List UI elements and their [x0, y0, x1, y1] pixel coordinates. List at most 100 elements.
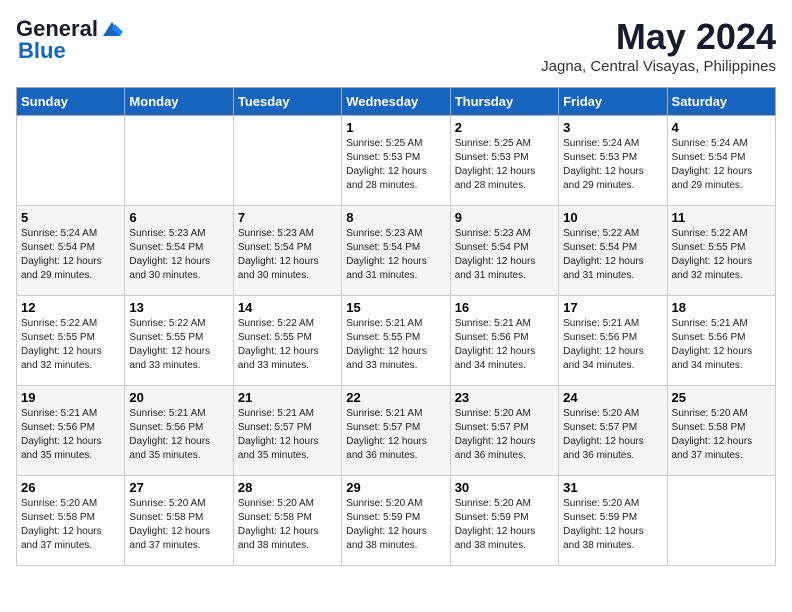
calendar-cell: 9 Sunrise: 5:23 AM Sunset: 5:54 PM Daylig…	[450, 206, 558, 296]
day-number: 15	[346, 300, 445, 315]
day-number: 14	[238, 300, 337, 315]
day-number: 28	[238, 480, 337, 495]
calendar-cell: 21Sunrise: 5:21 AM Sunset: 5:57 PM Dayli…	[233, 386, 341, 476]
day-number: 24	[563, 390, 662, 405]
day-info: Sunrise: 5:22 AM Sunset: 5:55 PM Dayligh…	[21, 317, 120, 373]
calendar-cell: 10 Sunrise: 5:22 AM Sunset: 5:54 PM Dayli…	[559, 206, 667, 296]
day-number: 22	[346, 390, 445, 405]
calendar-subtitle: Jagna, Central Visayas, Philippines	[541, 58, 776, 75]
calendar-cell	[17, 116, 125, 206]
day-info: Sunrise: 5:22 AM Sunset: 5:55 PM Dayligh…	[672, 227, 771, 283]
day-info: Sunrise: 5:21 AM Sunset: 5:57 PM Dayligh…	[346, 407, 445, 463]
day-info: Sunrise: 5:20 AM Sunset: 5:57 PM Dayligh…	[563, 407, 662, 463]
calendar-cell: 29 Sunrise: 5:20 AM Sunset: 5:59 PM Dayli…	[342, 476, 450, 566]
day-info: Sunrise: 5:24 AM Sunset: 5:54 PM Dayligh…	[21, 227, 120, 283]
week-row-5: 26Sunrise: 5:20 AM Sunset: 5:58 PM Dayli…	[17, 476, 776, 566]
day-info: Sunrise: 5:24 AM Sunset: 5:54 PM Dayligh…	[672, 137, 771, 193]
calendar-cell	[233, 116, 341, 206]
logo-icon	[101, 20, 123, 38]
calendar-cell: 23 Sunrise: 5:20 AM Sunset: 5:57 PM Dayli…	[450, 386, 558, 476]
day-number: 30	[455, 480, 554, 495]
day-info: Sunrise: 5:21 AM Sunset: 5:55 PM Dayligh…	[346, 317, 445, 373]
week-row-2: 5 Sunrise: 5:24 AM Sunset: 5:54 PM Daylig…	[17, 206, 776, 296]
calendar-cell	[667, 476, 775, 566]
day-number: 27	[129, 480, 228, 495]
day-number: 20	[129, 390, 228, 405]
title-area: May 2024 Jagna, Central Visayas, Philipp…	[541, 16, 776, 75]
calendar-cell: 13 Sunrise: 5:22 AM Sunset: 5:55 PM Dayli…	[125, 296, 233, 386]
calendar-cell: 11 Sunrise: 5:22 AM Sunset: 5:55 PM Dayli…	[667, 206, 775, 296]
week-row-3: 12Sunrise: 5:22 AM Sunset: 5:55 PM Dayli…	[17, 296, 776, 386]
day-number: 2	[455, 120, 554, 135]
column-header-saturday: Saturday	[667, 88, 775, 116]
day-number: 17	[563, 300, 662, 315]
calendar-cell: 16 Sunrise: 5:21 AM Sunset: 5:56 PM Dayli…	[450, 296, 558, 386]
day-info: Sunrise: 5:21 AM Sunset: 5:56 PM Dayligh…	[563, 317, 662, 373]
calendar-cell: 8 Sunrise: 5:23 AM Sunset: 5:54 PM Daylig…	[342, 206, 450, 296]
day-number: 5	[21, 210, 120, 225]
day-info: Sunrise: 5:20 AM Sunset: 5:57 PM Dayligh…	[455, 407, 554, 463]
calendar-cell: 19 Sunrise: 5:21 AM Sunset: 5:56 PM Dayli…	[17, 386, 125, 476]
column-header-monday: Monday	[125, 88, 233, 116]
day-info: Sunrise: 5:21 AM Sunset: 5:56 PM Dayligh…	[21, 407, 120, 463]
calendar-cell: 20Sunrise: 5:21 AM Sunset: 5:56 PM Dayli…	[125, 386, 233, 476]
day-info: Sunrise: 5:20 AM Sunset: 5:58 PM Dayligh…	[21, 497, 120, 553]
calendar-cell: 26Sunrise: 5:20 AM Sunset: 5:58 PM Dayli…	[17, 476, 125, 566]
day-info: Sunrise: 5:23 AM Sunset: 5:54 PM Dayligh…	[455, 227, 554, 283]
calendar-cell: 30Sunrise: 5:20 AM Sunset: 5:59 PM Dayli…	[450, 476, 558, 566]
day-number: 13	[129, 300, 228, 315]
week-row-1: 1 Sunrise: 5:25 AM Sunset: 5:53 PM Daylig…	[17, 116, 776, 206]
logo-blue: Blue	[18, 38, 66, 64]
day-info: Sunrise: 5:21 AM Sunset: 5:56 PM Dayligh…	[455, 317, 554, 373]
calendar-cell: 2 Sunrise: 5:25 AM Sunset: 5:53 PM Daylig…	[450, 116, 558, 206]
calendar-cell	[125, 116, 233, 206]
day-number: 1	[346, 120, 445, 135]
calendar-cell: 4 Sunrise: 5:24 AM Sunset: 5:54 PM Daylig…	[667, 116, 775, 206]
day-number: 23	[455, 390, 554, 405]
column-header-thursday: Thursday	[450, 88, 558, 116]
day-number: 29	[346, 480, 445, 495]
logo-area: General Blue	[16, 16, 123, 64]
calendar-cell: 22 Sunrise: 5:21 AM Sunset: 5:57 PM Dayli…	[342, 386, 450, 476]
calendar-cell: 24 Sunrise: 5:20 AM Sunset: 5:57 PM Dayli…	[559, 386, 667, 476]
day-info: Sunrise: 5:21 AM Sunset: 5:56 PM Dayligh…	[672, 317, 771, 373]
calendar-cell: 1Sunrise: 5:25 AM Sunset: 5:53 PM Daylig…	[342, 116, 450, 206]
day-number: 19	[21, 390, 120, 405]
calendar-cell: 17 Sunrise: 5:21 AM Sunset: 5:56 PM Dayli…	[559, 296, 667, 386]
calendar-title: May 2024	[541, 16, 776, 58]
day-info: Sunrise: 5:20 AM Sunset: 5:59 PM Dayligh…	[346, 497, 445, 553]
day-number: 7	[238, 210, 337, 225]
day-info: Sunrise: 5:20 AM Sunset: 5:58 PM Dayligh…	[238, 497, 337, 553]
day-number: 6	[129, 210, 228, 225]
day-number: 11	[672, 210, 771, 225]
column-header-tuesday: Tuesday	[233, 88, 341, 116]
column-header-wednesday: Wednesday	[342, 88, 450, 116]
day-info: Sunrise: 5:22 AM Sunset: 5:54 PM Dayligh…	[563, 227, 662, 283]
calendar-cell: 28 Sunrise: 5:20 AM Sunset: 5:58 PM Dayli…	[233, 476, 341, 566]
day-number: 18	[672, 300, 771, 315]
day-number: 10	[563, 210, 662, 225]
day-info: Sunrise: 5:20 AM Sunset: 5:59 PM Dayligh…	[563, 497, 662, 553]
day-info: Sunrise: 5:24 AM Sunset: 5:53 PM Dayligh…	[563, 137, 662, 193]
day-info: Sunrise: 5:25 AM Sunset: 5:53 PM Dayligh…	[455, 137, 554, 193]
calendar-cell: 18 Sunrise: 5:21 AM Sunset: 5:56 PM Dayli…	[667, 296, 775, 386]
column-header-sunday: Sunday	[17, 88, 125, 116]
calendar-cell: 27Sunrise: 5:20 AM Sunset: 5:58 PM Dayli…	[125, 476, 233, 566]
day-number: 31	[563, 480, 662, 495]
day-info: Sunrise: 5:23 AM Sunset: 5:54 PM Dayligh…	[346, 227, 445, 283]
day-number: 16	[455, 300, 554, 315]
calendar-cell: 3 Sunrise: 5:24 AM Sunset: 5:53 PM Daylig…	[559, 116, 667, 206]
calendar-cell: 5 Sunrise: 5:24 AM Sunset: 5:54 PM Daylig…	[17, 206, 125, 296]
day-number: 3	[563, 120, 662, 135]
day-number: 9	[455, 210, 554, 225]
day-number: 8	[346, 210, 445, 225]
day-info: Sunrise: 5:21 AM Sunset: 5:57 PM Dayligh…	[238, 407, 337, 463]
day-number: 25	[672, 390, 771, 405]
calendar-cell: 25 Sunrise: 5:20 AM Sunset: 5:58 PM Dayli…	[667, 386, 775, 476]
calendar-cell: 14Sunrise: 5:22 AM Sunset: 5:55 PM Dayli…	[233, 296, 341, 386]
day-number: 4	[672, 120, 771, 135]
day-info: Sunrise: 5:20 AM Sunset: 5:58 PM Dayligh…	[672, 407, 771, 463]
calendar-cell: 15 Sunrise: 5:21 AM Sunset: 5:55 PM Dayli…	[342, 296, 450, 386]
day-info: Sunrise: 5:22 AM Sunset: 5:55 PM Dayligh…	[129, 317, 228, 373]
day-info: Sunrise: 5:23 AM Sunset: 5:54 PM Dayligh…	[238, 227, 337, 283]
